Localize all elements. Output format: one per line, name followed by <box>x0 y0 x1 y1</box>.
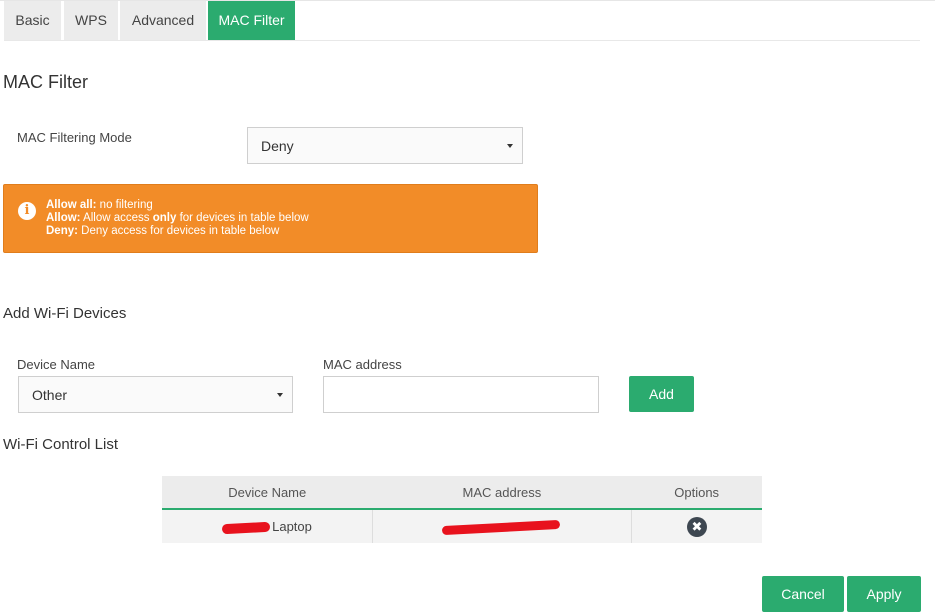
mac-filtering-mode-select[interactable]: Deny <box>247 127 523 164</box>
delete-icon[interactable]: ✖ <box>686 516 707 537</box>
redaction-scribble <box>441 519 561 536</box>
info-allow-post: for devices in table below <box>176 212 309 224</box>
cell-options: ✖ <box>631 509 762 543</box>
mac-filtering-mode-value: Deny <box>261 138 294 154</box>
cell-device-name: Laptop <box>162 509 373 543</box>
cancel-button[interactable]: Cancel <box>762 576 844 612</box>
col-mac-address: MAC address <box>372 476 632 510</box>
control-list-table: Device Name MAC address Options Laptop ✖ <box>162 476 762 543</box>
info-deny-text: Deny access for devices in table below <box>77 225 280 237</box>
tab-basic[interactable]: Basic <box>4 1 61 40</box>
device-name-text: Laptop <box>272 519 312 534</box>
add-button[interactable]: Add <box>629 376 694 412</box>
cell-mac-address <box>372 509 632 543</box>
info-allow-pre: Allow access <box>80 212 153 224</box>
device-name-value: Other <box>32 387 68 403</box>
info-box: i Allow all: no filtering Allow: Allow a… <box>3 184 538 253</box>
tab-bar: Basic WPS Advanced MAC Filter <box>4 1 920 41</box>
tab-mac-filter[interactable]: MAC Filter <box>208 1 295 40</box>
mac-address-input[interactable] <box>323 376 599 413</box>
chevron-down-icon <box>277 392 283 397</box>
info-deny-key: Deny: <box>46 225 78 237</box>
device-name-select[interactable]: Other <box>18 376 293 413</box>
col-options: Options <box>631 476 762 510</box>
chevron-down-icon <box>507 143 513 148</box>
add-devices-title: Add Wi-Fi Devices <box>3 305 127 322</box>
info-allow-all-key: Allow all: <box>46 199 97 211</box>
tab-wps[interactable]: WPS <box>64 1 118 40</box>
device-name-label: Device Name <box>17 357 96 372</box>
mac-address-label: MAC address <box>323 357 402 372</box>
tab-advanced[interactable]: Advanced <box>120 1 206 40</box>
info-allow-key: Allow: <box>46 212 81 224</box>
info-allow-all-text: no filtering <box>96 199 153 211</box>
table-row: Laptop ✖ <box>162 509 762 543</box>
control-list-title: Wi-Fi Control List <box>3 436 119 453</box>
info-allow-emph: only <box>152 212 177 224</box>
redaction-scribble <box>221 521 271 534</box>
page-title: MAC Filter <box>3 72 88 92</box>
info-icon: i <box>18 202 36 220</box>
col-device-name: Device Name <box>162 476 373 510</box>
mac-filtering-mode-label: MAC Filtering Mode <box>17 130 132 145</box>
info-text: Allow all: no filtering Allow: Allow acc… <box>46 199 309 238</box>
apply-button[interactable]: Apply <box>847 576 921 612</box>
